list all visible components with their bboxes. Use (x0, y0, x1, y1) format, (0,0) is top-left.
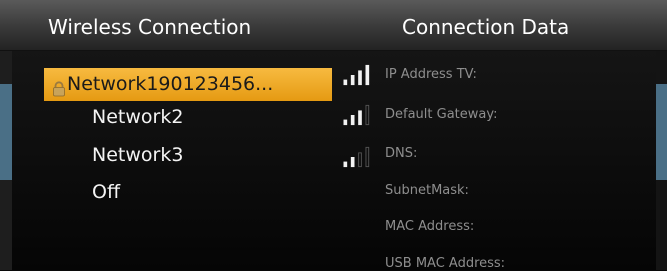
signal-bar-empty (358, 152, 362, 168)
default-gateway-label: Default Gateway: (385, 107, 498, 122)
network-label: Off (92, 181, 121, 203)
connection-data-title: Connection Data (402, 15, 570, 39)
wifi-signal-icon (343, 64, 370, 86)
lock-icon (52, 75, 66, 96)
network-item-selected[interactable]: Network190123456... (44, 68, 332, 101)
network-label: Network190123456... (67, 73, 274, 95)
header-bar: Wireless Connection Connection Data (0, 0, 667, 51)
signal-bar (365, 64, 370, 86)
left-edge-accent (0, 84, 12, 180)
signal-bar (343, 79, 348, 86)
right-edge-strip (656, 51, 667, 270)
usb-mac-address-label: USB MAC Address: (385, 256, 506, 271)
network-item[interactable]: Network2 (92, 101, 183, 134)
subnet-mask-label: SubnetMask: (385, 183, 469, 198)
left-edge-strip (0, 51, 12, 270)
signal-bar (358, 110, 362, 126)
signal-bar (343, 161, 348, 168)
signal-bar (350, 115, 355, 126)
network-item-off[interactable]: Off (92, 176, 120, 209)
ip-address-label: IP Address TV: (385, 67, 477, 82)
wifi-signal-icon (343, 104, 370, 126)
network-label: Network3 (92, 144, 184, 166)
signal-bar (343, 119, 348, 126)
network-label: Network2 (92, 106, 184, 128)
signal-bar (358, 70, 362, 86)
right-edge-accent (656, 84, 667, 180)
mac-address-label: MAC Address: (385, 219, 475, 234)
signal-bar (350, 75, 355, 86)
wireless-connection-title: Wireless Connection (48, 15, 252, 39)
dns-label: DNS: (385, 146, 418, 161)
signal-bar (350, 157, 355, 168)
wifi-signal-icon (343, 146, 370, 168)
signal-bar-empty (365, 104, 370, 126)
network-item[interactable]: Network3 (92, 139, 183, 172)
signal-bar-empty (365, 146, 370, 168)
